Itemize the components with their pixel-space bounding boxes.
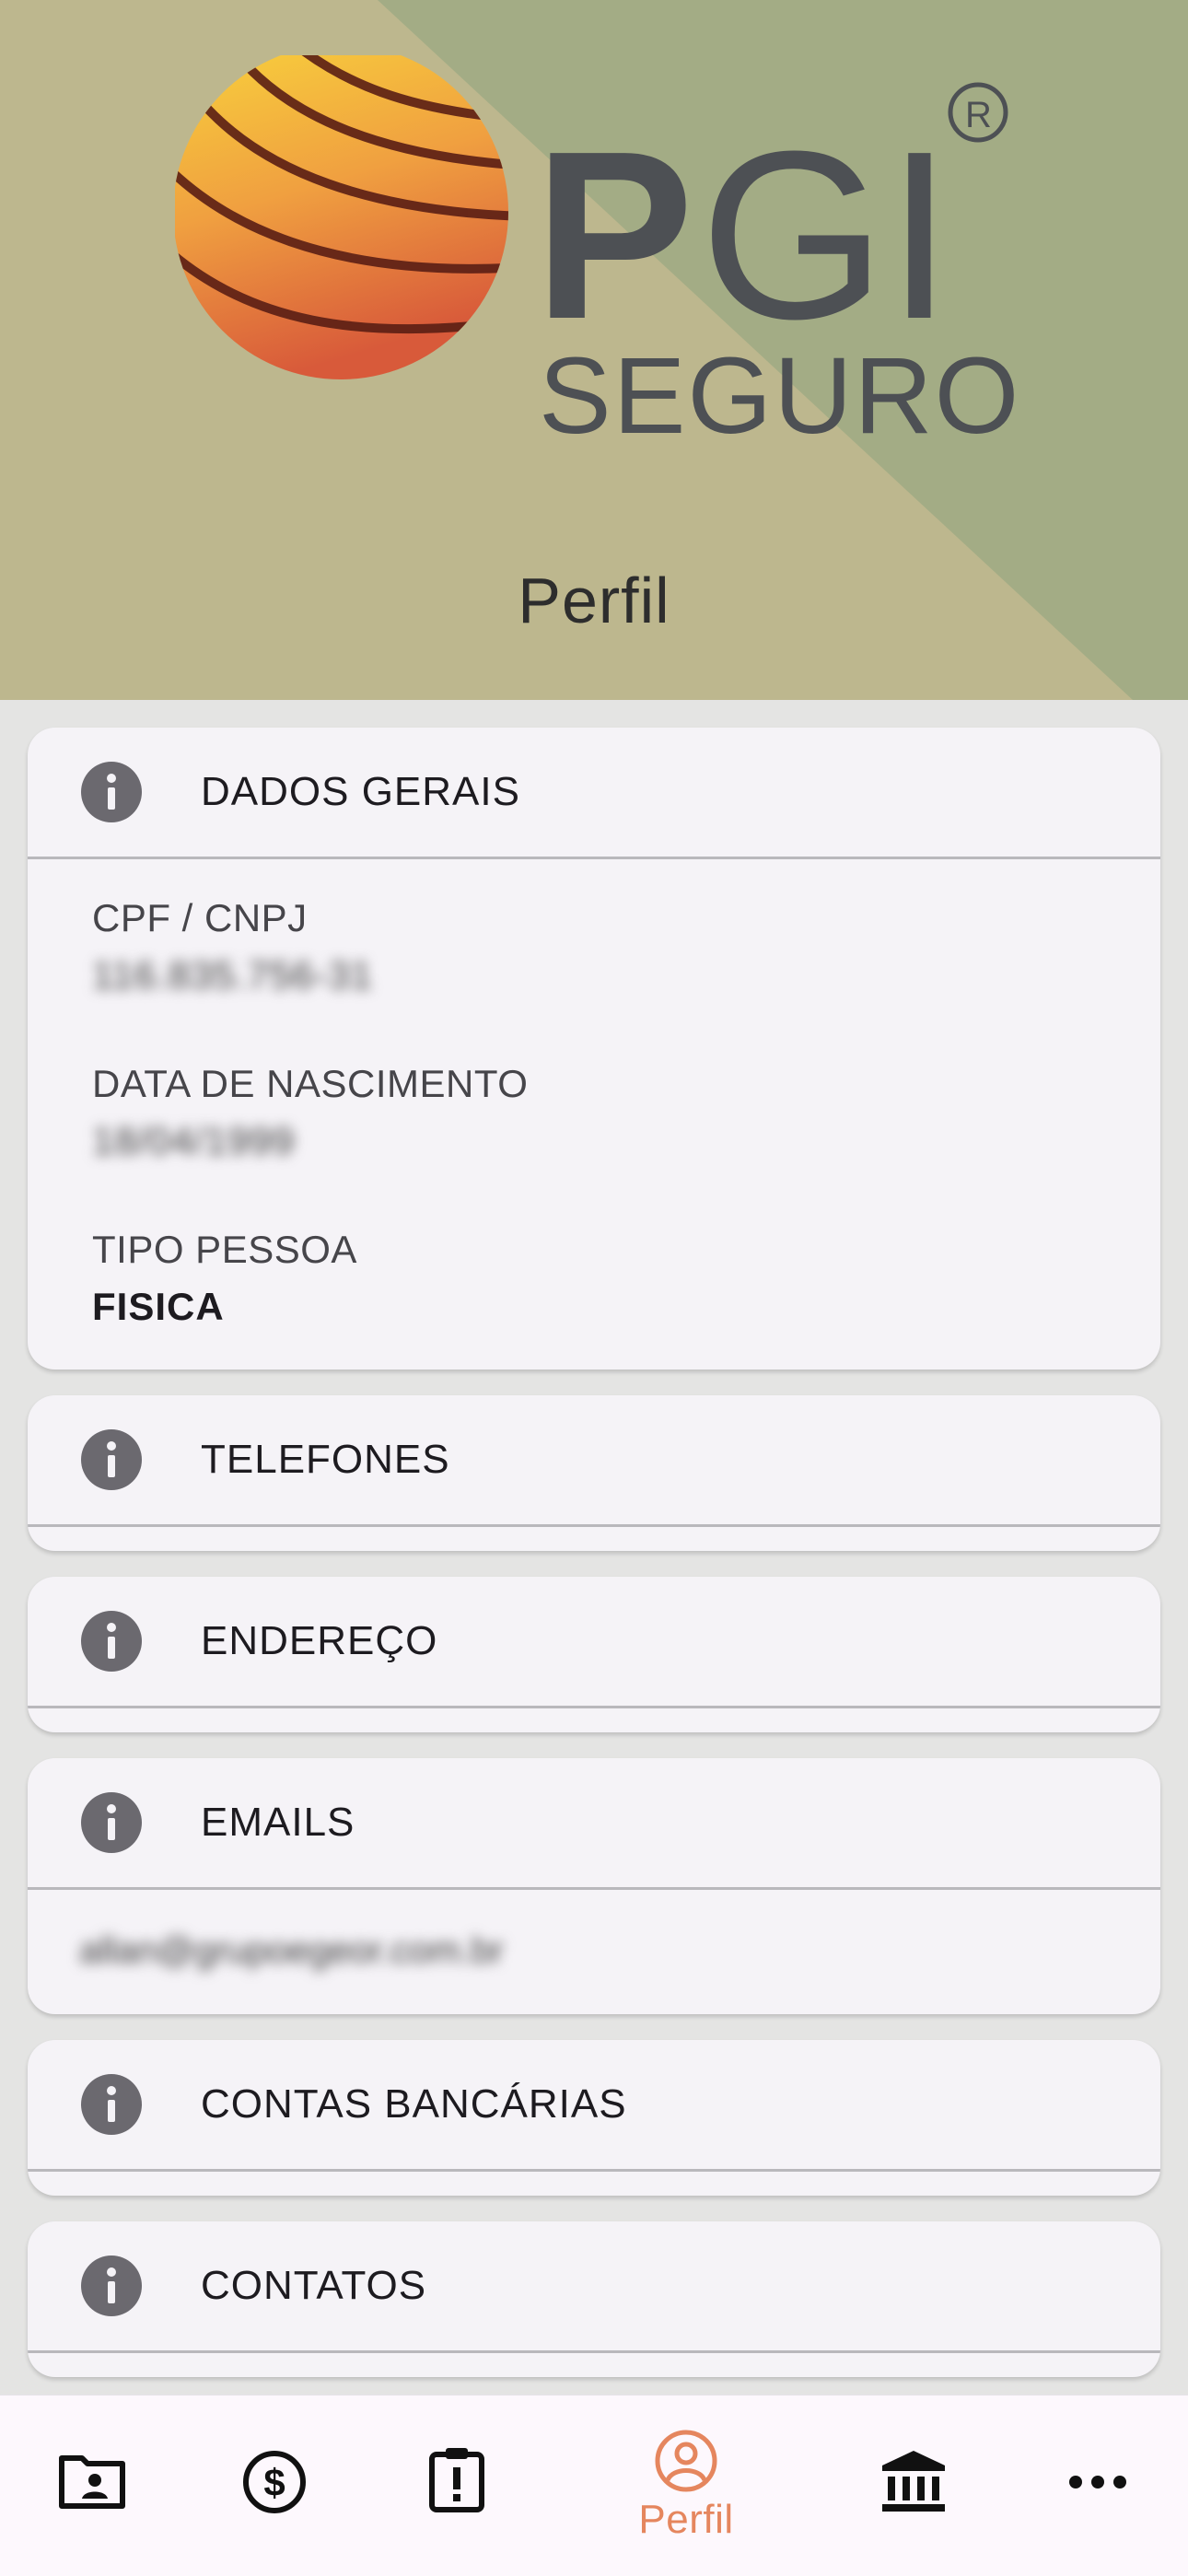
card-body-dados-gerais: CPF / CNPJ 116.835.756-31 DATA DE NASCIM… — [28, 859, 1160, 1370]
field-label-nascimento: DATA DE NASCIMENTO — [92, 1062, 529, 1105]
nav-item-perfil[interactable]: Perfil — [617, 2395, 755, 2576]
info-icon — [81, 762, 142, 822]
card-title: ENDEREÇO — [201, 1618, 438, 1663]
field-label-tipo-pessoa: TIPO PESSOA — [92, 1228, 357, 1271]
card-emails: EMAILS allan@grupoegeor.com.br — [28, 1758, 1160, 2014]
page-title: Perfil — [518, 565, 670, 636]
pgi-logo: P GI SEGUROS R — [175, 55, 1022, 457]
card-contatos: CONTATOS — [28, 2221, 1160, 2377]
bank-icon — [882, 2451, 945, 2512]
bottom-navigation: $ Perfil — [0, 2395, 1188, 2576]
profile-sections[interactable]: DADOS GERAIS CPF / CNPJ 116.835.756-31 D… — [28, 728, 1160, 2403]
info-icon — [81, 2074, 142, 2135]
nav-label-perfil: Perfil — [638, 2497, 734, 2542]
info-icon — [81, 1792, 142, 1853]
user-circle-icon — [655, 2430, 717, 2492]
logo-text-seguros: SEGUROS — [539, 335, 1022, 457]
card-title: TELEFONES — [201, 1437, 450, 1482]
card-dados-gerais: DADOS GERAIS CPF / CNPJ 116.835.756-31 D… — [28, 728, 1160, 1370]
nav-item-financeiro[interactable]: $ — [219, 2395, 330, 2576]
card-title: CONTATOS — [201, 2263, 427, 2308]
header: P GI SEGUROS R Perfil — [0, 0, 1188, 700]
field-value-nascimento: 18/04/1999 — [92, 1119, 296, 1162]
field-label-cpf: CPF / CNPJ — [92, 896, 308, 939]
email-value: allan@grupoegeor.com.br — [79, 1930, 504, 1971]
dollar-circle-icon: $ — [243, 2451, 306, 2513]
svg-text:$: $ — [263, 2461, 285, 2504]
card-title: DADOS GERAIS — [201, 769, 520, 814]
nav-item-documentos[interactable] — [37, 2395, 147, 2576]
card-header-endereco[interactable]: ENDEREÇO — [28, 1577, 1160, 1708]
contact-folder-icon — [59, 2455, 125, 2509]
card-endereco: ENDEREÇO — [28, 1577, 1160, 1732]
logo-text-gi: GI — [700, 102, 952, 369]
card-telefones: TELEFONES — [28, 1395, 1160, 1551]
nav-item-bancos[interactable] — [858, 2395, 969, 2576]
card-header-telefones[interactable]: TELEFONES — [28, 1395, 1160, 1527]
card-contas-bancarias: CONTAS BANCÁRIAS — [28, 2040, 1160, 2196]
info-icon — [81, 1611, 142, 1672]
card-header-contatos[interactable]: CONTATOS — [28, 2221, 1160, 2353]
card-title: EMAILS — [201, 1800, 355, 1845]
card-body-emails: allan@grupoegeor.com.br — [28, 1890, 1160, 2014]
nav-item-mais[interactable] — [1042, 2395, 1153, 2576]
card-header-emails[interactable]: EMAILS — [28, 1758, 1160, 1890]
registered-mark: R — [965, 95, 992, 135]
card-title: CONTAS BANCÁRIAS — [201, 2081, 627, 2127]
info-icon — [81, 2255, 142, 2316]
info-icon — [81, 1429, 142, 1490]
card-header-dados-gerais[interactable]: DADOS GERAIS — [28, 728, 1160, 859]
field-value-tipo-pessoa: FISICA — [92, 1285, 225, 1328]
more-icon — [1069, 2476, 1126, 2489]
logo-text-p: P — [534, 102, 693, 369]
field-value-cpf: 116.835.756-31 — [92, 953, 374, 997]
card-header-contas-bancarias[interactable]: CONTAS BANCÁRIAS — [28, 2040, 1160, 2172]
clipboard-alert-icon — [429, 2448, 484, 2512]
nav-item-sinistros[interactable] — [402, 2395, 512, 2576]
